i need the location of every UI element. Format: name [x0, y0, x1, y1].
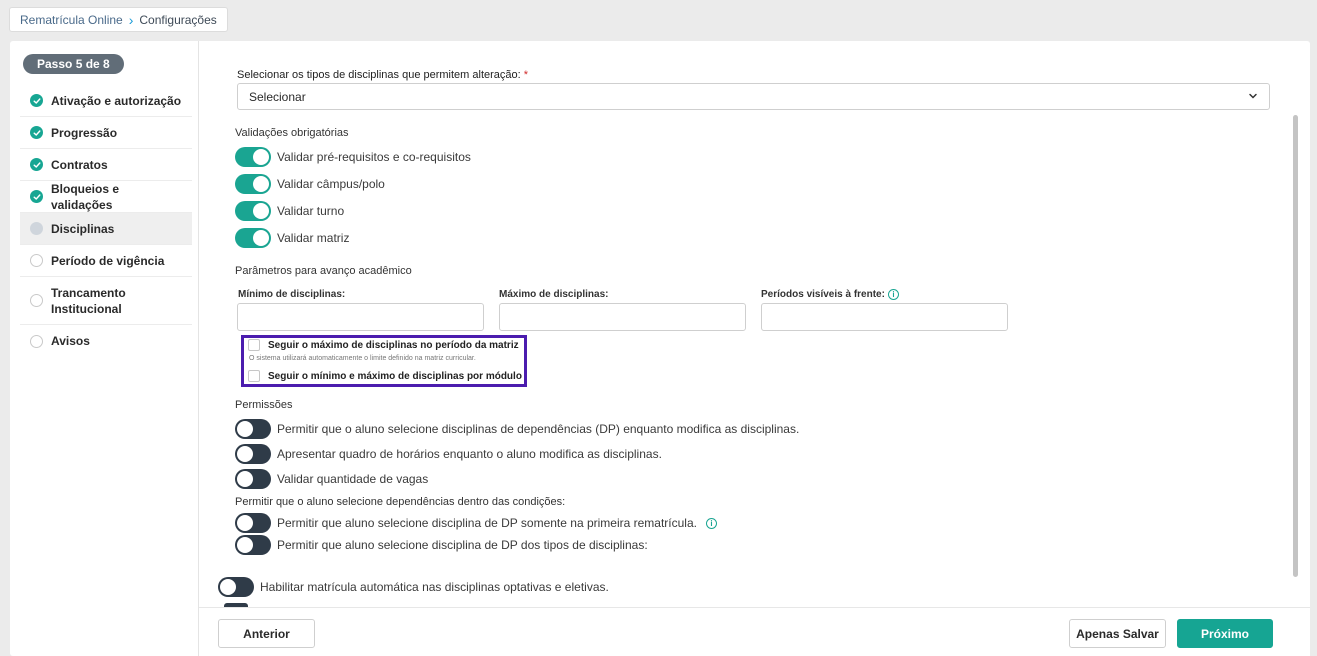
select-value: Selecionar [249, 89, 306, 104]
check-icon [30, 190, 43, 203]
max-disciplines-label: Máximo de disciplinas: [499, 289, 609, 300]
step-label: Ativação e autorização [51, 93, 182, 108]
toggle-row-shift: Validar turno [235, 201, 344, 221]
previous-button[interactable]: Anterior [218, 619, 315, 648]
step-label: Bloqueios e validações [51, 181, 120, 212]
step-item-notices[interactable]: Avisos [20, 325, 192, 357]
periods-ahead-label: Períodos visíveis à frente: i [761, 289, 899, 300]
follow-max-hint: O sistema utilizará automaticamente o li… [249, 355, 476, 362]
breadcrumb-current: Configurações [139, 12, 217, 27]
toggle-row-vacancies: Validar quantidade de vagas [235, 469, 428, 489]
pending-step-icon [30, 294, 43, 307]
max-disciplines-input[interactable] [499, 303, 746, 331]
toggle-label: Permitir que aluno selecione disciplina … [277, 538, 648, 552]
toggle-dp-types[interactable] [235, 535, 271, 555]
step-item-activation[interactable]: Ativação e autorização [20, 85, 192, 117]
toggle-row-schedule: Apresentar quadro de horários enquanto o… [235, 444, 662, 464]
step-label: Contratos [51, 157, 108, 172]
toggle-row-matrix: Validar matriz [235, 228, 349, 248]
toggle-label: Validar quantidade de vagas [277, 472, 429, 486]
periods-ahead-input[interactable] [761, 303, 1008, 331]
toggle-row-first-rematricula: Permitir que aluno selecione disciplina … [235, 513, 717, 533]
min-disciplines-label: Mínimo de disciplinas: [238, 289, 346, 300]
check-icon [30, 158, 43, 171]
discipline-types-label: Selecionar os tipos de disciplinas que p… [237, 69, 529, 81]
step-item-disciplines[interactable]: Disciplinas [20, 213, 192, 245]
step-item-institutional-lock[interactable]: Trancamento Institucional [20, 277, 192, 325]
form-footer: Anterior Apenas Salvar Próximo [199, 607, 1310, 656]
step-item-progression[interactable]: Progressão [20, 117, 192, 149]
next-button[interactable]: Próximo [1177, 619, 1273, 648]
toggle-matrix[interactable] [235, 228, 271, 248]
toggle-label: Validar matriz [277, 231, 350, 245]
breadcrumb-separator-icon: › [128, 11, 134, 28]
breadcrumb: Rematrícula Online › Configurações [9, 7, 228, 32]
toggle-label: Habilitar matrícula automática nas disci… [260, 580, 609, 594]
toggle-vacancies[interactable] [235, 469, 271, 489]
toggle-auto-enroll[interactable] [218, 577, 254, 597]
toggle-label: Permitir que aluno selecione disciplina … [277, 516, 697, 530]
step-item-contracts[interactable]: Contratos [20, 149, 192, 181]
discipline-types-select[interactable]: Selecionar [237, 83, 1270, 110]
checkbox-label: Seguir o mínimo e máximo de disciplinas … [268, 370, 522, 382]
toggle-row-prereq: Validar pré-requisitos e co-requisitos [235, 147, 471, 167]
toggle-row-dp-types: Permitir que aluno selecione disciplina … [235, 535, 648, 555]
pending-step-icon [30, 334, 43, 348]
validations-title: Validações obrigatórias [235, 127, 349, 139]
info-icon[interactable]: i [705, 517, 717, 529]
step-list: Ativação e autorização Progressão Contra… [20, 85, 192, 357]
toggle-row-auto-enroll: Habilitar matrícula automática nas disci… [218, 577, 609, 597]
step-label: Período de vigência [51, 253, 165, 268]
checkbox-label: Seguir o máximo de disciplinas no períod… [268, 339, 519, 351]
follow-module-checkbox[interactable] [248, 370, 260, 382]
chevron-down-icon [1248, 90, 1258, 104]
toggle-label: Validar turno [277, 204, 345, 218]
toggle-row-campus: Validar câmpus/polo [235, 174, 385, 194]
current-step-icon [30, 222, 43, 235]
disciplines-form: Selecionar os tipos de disciplinas que p… [210, 41, 1290, 607]
toggle-campus[interactable] [235, 174, 271, 194]
toggle-label: Permitir que o aluno selecione disciplin… [277, 422, 800, 436]
save-only-button[interactable]: Apenas Salvar [1069, 619, 1166, 648]
toggle-first-rematricula[interactable] [235, 513, 271, 533]
step-item-blocks[interactable]: Bloqueios e validações [20, 181, 192, 213]
toggle-shift[interactable] [235, 201, 271, 221]
check-icon [30, 94, 43, 107]
toggle-prereq[interactable] [235, 147, 271, 167]
permissions-title: Permissões [235, 399, 293, 411]
step-label: Progressão [51, 125, 118, 140]
toggle-row-dp: Permitir que o aluno selecione disciplin… [235, 419, 799, 439]
toggle-label: Validar câmpus/polo [277, 177, 385, 191]
step-label: Avisos [51, 334, 90, 348]
info-icon[interactable]: i [887, 289, 899, 300]
follow-module-row: Seguir o mínimo e máximo de disciplinas … [248, 370, 522, 382]
scrollbar-thumb[interactable] [1293, 115, 1298, 577]
check-icon [30, 126, 43, 139]
follow-max-row: Seguir o máximo de disciplinas no períod… [248, 339, 519, 351]
breadcrumb-parent[interactable]: Rematrícula Online [20, 13, 123, 27]
conditions-title: Permitir que o aluno selecione dependênc… [235, 496, 566, 508]
toggle-label: Validar pré-requisitos e co-requisitos [277, 150, 471, 164]
toggle-dp[interactable] [235, 419, 271, 439]
step-label: Disciplinas [51, 221, 115, 236]
step-counter-badge: Passo 5 de 8 [23, 54, 124, 74]
pending-step-icon [30, 254, 43, 267]
stepper-sidebar: Passo 5 de 8 Ativação e autorização Prog… [10, 41, 199, 656]
settings-panel: Passo 5 de 8 Ativação e autorização Prog… [10, 41, 1310, 656]
params-title: Parâmetros para avanço acadêmico [235, 265, 412, 277]
toggle-schedule[interactable] [235, 444, 271, 464]
toggle-label: Apresentar quadro de horários enquanto o… [277, 447, 662, 461]
follow-max-checkbox[interactable] [248, 339, 260, 351]
step-item-validity-period[interactable]: Período de vigência [20, 245, 192, 277]
step-label: Trancamento Institucional [51, 285, 126, 316]
min-disciplines-input[interactable] [237, 303, 484, 331]
